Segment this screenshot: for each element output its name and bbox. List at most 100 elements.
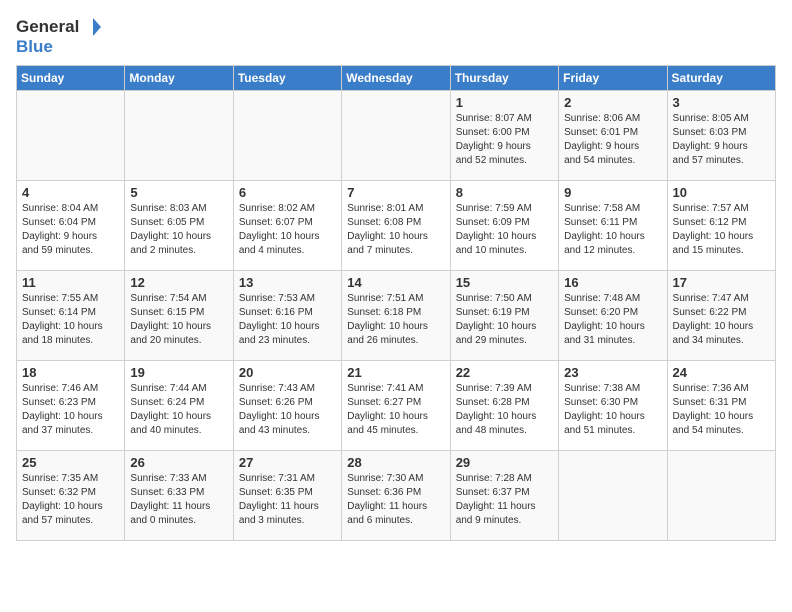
weekday-header: Thursday [450, 65, 558, 90]
day-info: Sunrise: 8:03 AM Sunset: 6:05 PM Dayligh… [130, 202, 227, 258]
calendar-cell [667, 450, 775, 540]
day-info: Sunrise: 7:58 AM Sunset: 6:11 PM Dayligh… [564, 202, 661, 258]
calendar-cell: 27 Sunrise: 7:31 AM Sunset: 6:35 PM Dayli… [233, 450, 341, 540]
day-number: 22 [456, 365, 553, 380]
day-number: 1 [456, 95, 553, 110]
calendar-week-row: 18 Sunrise: 7:46 AM Sunset: 6:23 PM Dayli… [17, 360, 776, 450]
day-info: Sunrise: 8:02 AM Sunset: 6:07 PM Dayligh… [239, 202, 336, 258]
calendar-week-row: 11 Sunrise: 7:55 AM Sunset: 6:14 PM Dayli… [17, 270, 776, 360]
day-number: 29 [456, 455, 553, 470]
day-info: Sunrise: 7:51 AM Sunset: 6:18 PM Dayligh… [347, 292, 444, 348]
day-number: 24 [673, 365, 770, 380]
calendar-cell: 13 Sunrise: 7:53 AM Sunset: 6:16 PM Dayli… [233, 270, 341, 360]
day-info: Sunrise: 8:01 AM Sunset: 6:08 PM Dayligh… [347, 202, 444, 258]
weekday-header: Wednesday [342, 65, 450, 90]
day-number: 9 [564, 185, 661, 200]
day-info: Sunrise: 7:38 AM Sunset: 6:30 PM Dayligh… [564, 382, 661, 438]
day-number: 20 [239, 365, 336, 380]
day-info: Sunrise: 7:57 AM Sunset: 6:12 PM Dayligh… [673, 202, 770, 258]
calendar-table: SundayMondayTuesdayWednesdayThursdayFrid… [16, 65, 776, 541]
day-info: Sunrise: 7:48 AM Sunset: 6:20 PM Dayligh… [564, 292, 661, 348]
day-info: Sunrise: 8:05 AM Sunset: 6:03 PM Dayligh… [673, 112, 770, 168]
weekday-header: Monday [125, 65, 233, 90]
calendar-cell [342, 90, 450, 180]
day-info: Sunrise: 7:33 AM Sunset: 6:33 PM Dayligh… [130, 472, 227, 528]
day-number: 13 [239, 275, 336, 290]
day-number: 18 [22, 365, 119, 380]
calendar-cell: 5 Sunrise: 8:03 AM Sunset: 6:05 PM Daylig… [125, 180, 233, 270]
day-number: 6 [239, 185, 336, 200]
calendar-cell: 18 Sunrise: 7:46 AM Sunset: 6:23 PM Dayli… [17, 360, 125, 450]
calendar-cell: 3Sunrise: 8:05 AM Sunset: 6:03 PM Daylig… [667, 90, 775, 180]
day-number: 21 [347, 365, 444, 380]
day-number: 14 [347, 275, 444, 290]
calendar-cell: 4Sunrise: 8:04 AM Sunset: 6:04 PM Daylig… [17, 180, 125, 270]
calendar-cell: 10 Sunrise: 7:57 AM Sunset: 6:12 PM Dayli… [667, 180, 775, 270]
calendar-cell: 19 Sunrise: 7:44 AM Sunset: 6:24 PM Dayli… [125, 360, 233, 450]
day-info: Sunrise: 7:53 AM Sunset: 6:16 PM Dayligh… [239, 292, 336, 348]
day-number: 15 [456, 275, 553, 290]
day-number: 19 [130, 365, 227, 380]
day-info: Sunrise: 7:47 AM Sunset: 6:22 PM Dayligh… [673, 292, 770, 348]
day-number: 12 [130, 275, 227, 290]
day-info: Sunrise: 7:31 AM Sunset: 6:35 PM Dayligh… [239, 472, 336, 528]
page-header: General Blue [16, 16, 776, 57]
calendar-cell: 28 Sunrise: 7:30 AM Sunset: 6:36 PM Dayli… [342, 450, 450, 540]
day-info: Sunrise: 7:28 AM Sunset: 6:37 PM Dayligh… [456, 472, 553, 528]
day-info: Sunrise: 7:41 AM Sunset: 6:27 PM Dayligh… [347, 382, 444, 438]
calendar-cell: 2Sunrise: 8:06 AM Sunset: 6:01 PM Daylig… [559, 90, 667, 180]
day-number: 27 [239, 455, 336, 470]
weekday-header: Sunday [17, 65, 125, 90]
calendar-cell: 22 Sunrise: 7:39 AM Sunset: 6:28 PM Dayli… [450, 360, 558, 450]
calendar-cell [233, 90, 341, 180]
logo-text: General Blue [16, 16, 103, 57]
day-info: Sunrise: 7:44 AM Sunset: 6:24 PM Dayligh… [130, 382, 227, 438]
calendar-cell: 12 Sunrise: 7:54 AM Sunset: 6:15 PM Dayli… [125, 270, 233, 360]
calendar-cell: 24 Sunrise: 7:36 AM Sunset: 6:31 PM Dayli… [667, 360, 775, 450]
day-number: 25 [22, 455, 119, 470]
calendar-week-row: 4Sunrise: 8:04 AM Sunset: 6:04 PM Daylig… [17, 180, 776, 270]
day-number: 23 [564, 365, 661, 380]
day-info: Sunrise: 7:36 AM Sunset: 6:31 PM Dayligh… [673, 382, 770, 438]
day-info: Sunrise: 7:46 AM Sunset: 6:23 PM Dayligh… [22, 382, 119, 438]
calendar-cell: 21 Sunrise: 7:41 AM Sunset: 6:27 PM Dayli… [342, 360, 450, 450]
calendar-cell: 20 Sunrise: 7:43 AM Sunset: 6:26 PM Dayli… [233, 360, 341, 450]
logo-arrow-icon [81, 16, 103, 38]
weekday-header: Saturday [667, 65, 775, 90]
day-info: Sunrise: 7:59 AM Sunset: 6:09 PM Dayligh… [456, 202, 553, 258]
calendar-cell: 23 Sunrise: 7:38 AM Sunset: 6:30 PM Dayli… [559, 360, 667, 450]
day-number: 10 [673, 185, 770, 200]
calendar-cell: 7 Sunrise: 8:01 AM Sunset: 6:08 PM Daylig… [342, 180, 450, 270]
calendar-cell: 25 Sunrise: 7:35 AM Sunset: 6:32 PM Dayli… [17, 450, 125, 540]
logo: General Blue [16, 16, 103, 57]
calendar-cell: 9 Sunrise: 7:58 AM Sunset: 6:11 PM Daylig… [559, 180, 667, 270]
day-info: Sunrise: 8:04 AM Sunset: 6:04 PM Dayligh… [22, 202, 119, 258]
day-info: Sunrise: 8:07 AM Sunset: 6:00 PM Dayligh… [456, 112, 553, 168]
day-number: 16 [564, 275, 661, 290]
day-info: Sunrise: 7:43 AM Sunset: 6:26 PM Dayligh… [239, 382, 336, 438]
weekday-header: Friday [559, 65, 667, 90]
day-info: Sunrise: 7:55 AM Sunset: 6:14 PM Dayligh… [22, 292, 119, 348]
calendar-cell: 6 Sunrise: 8:02 AM Sunset: 6:07 PM Daylig… [233, 180, 341, 270]
day-info: Sunrise: 7:35 AM Sunset: 6:32 PM Dayligh… [22, 472, 119, 528]
calendar-cell: 8 Sunrise: 7:59 AM Sunset: 6:09 PM Daylig… [450, 180, 558, 270]
day-number: 11 [22, 275, 119, 290]
calendar-cell [559, 450, 667, 540]
day-info: Sunrise: 7:39 AM Sunset: 6:28 PM Dayligh… [456, 382, 553, 438]
calendar-cell [125, 90, 233, 180]
day-info: Sunrise: 7:30 AM Sunset: 6:36 PM Dayligh… [347, 472, 444, 528]
calendar-cell [17, 90, 125, 180]
calendar-cell: 1 Sunrise: 8:07 AM Sunset: 6:00 PM Daylig… [450, 90, 558, 180]
calendar-week-row: 1 Sunrise: 8:07 AM Sunset: 6:00 PM Daylig… [17, 90, 776, 180]
day-number: 5 [130, 185, 227, 200]
calendar-cell: 15 Sunrise: 7:50 AM Sunset: 6:19 PM Dayli… [450, 270, 558, 360]
weekday-header: Tuesday [233, 65, 341, 90]
day-number: 7 [347, 185, 444, 200]
day-number: 8 [456, 185, 553, 200]
day-number: 28 [347, 455, 444, 470]
day-info: Sunrise: 8:06 AM Sunset: 6:01 PM Dayligh… [564, 112, 661, 168]
calendar-cell: 29 Sunrise: 7:28 AM Sunset: 6:37 PM Dayli… [450, 450, 558, 540]
day-info: Sunrise: 7:50 AM Sunset: 6:19 PM Dayligh… [456, 292, 553, 348]
day-number: 17 [673, 275, 770, 290]
day-info: Sunrise: 7:54 AM Sunset: 6:15 PM Dayligh… [130, 292, 227, 348]
